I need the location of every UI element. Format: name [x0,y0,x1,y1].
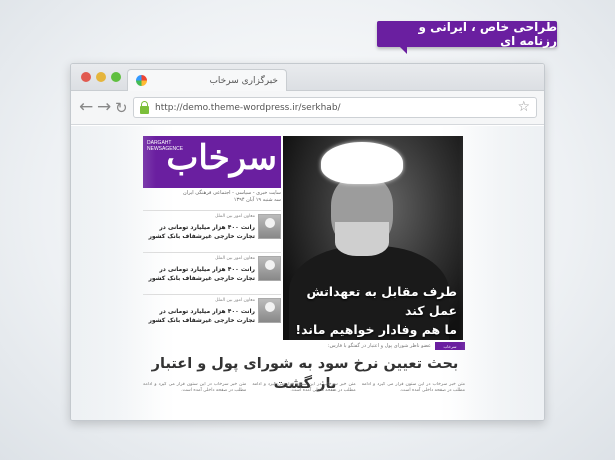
star-icon[interactable]: ☆ [517,99,530,115]
title-bar: خبرگزاری سرخاب [71,64,544,91]
browser-window: خبرگزاری سرخاب ← → ↻ http://demo.theme-w… [70,63,545,421]
minimize-window-icon[interactable] [96,72,106,82]
news-thumbnail [258,298,281,323]
masthead[interactable]: DARGAHT NEWSAGENCE سرخاب [143,136,281,188]
list-item[interactable]: معاون امور بین الملل رانت ۴۰۰ هزار میلیا… [143,210,281,252]
news-thumbnail [258,256,281,281]
news-title[interactable]: رانت ۴۰۰ هزار میلیارد تومانی در تجارت خا… [145,307,255,325]
article-body: متن خبر سرخاب در این ستون قرار می گیرد و… [143,382,465,420]
sub-kicker: عضو ناظر شورای پول و اعتبار در گفتگو با … [327,343,431,349]
body-column: متن خبر سرخاب در این ستون قرار می گیرد و… [361,382,465,394]
back-arrow-icon[interactable]: ← [79,97,93,117]
browser-tab[interactable]: خبرگزاری سرخاب [127,69,287,91]
site-logo: سرخاب [166,138,278,178]
list-item[interactable]: معاون امور بین الملل رانت ۴۰۰ هزار میلیا… [143,294,281,336]
lock-icon [140,100,149,114]
body-column: متن خبر سرخاب در این ستون قرار می گیرد و… [252,382,356,394]
newspaper-page: DARGAHT NEWSAGENCE سرخاب سایت خبری - سیا… [143,136,465,420]
news-thumbnail [258,214,281,239]
page-viewport: DARGAHT NEWSAGENCE سرخاب سایت خبری - سیا… [71,126,544,420]
reload-icon[interactable]: ↻ [115,99,128,117]
hero-image[interactable]: طرف مقابل به تعهداتش عمل کند ما هم وفادا… [283,136,463,340]
news-title[interactable]: رانت ۴۰۰ هزار میلیارد تومانی در تجارت خا… [145,223,255,241]
date-line: سه شنبه ۱۹ آبان ۱۳۹۴ [233,197,281,203]
close-window-icon[interactable] [81,72,91,82]
tagline: سایت خبری - سیاسی - اجتماعی فرهنگی ایران… [143,190,281,204]
browser-toolbar: ← → ↻ http://demo.theme-wordpress.ir/ser… [71,91,544,125]
favicon-icon [136,75,147,86]
tab-title: خبرگزاری سرخاب [209,75,278,86]
news-list: معاون امور بین الملل رانت ۴۰۰ هزار میلیا… [143,210,281,336]
list-item[interactable]: معاون امور بین الملل رانت ۴۰۰ هزار میلیا… [143,252,281,294]
maximize-window-icon[interactable] [111,72,121,82]
address-bar[interactable]: http://demo.theme-wordpress.ir/serkhab/ … [133,97,537,118]
url-text: http://demo.theme-wordpress.ir/serkhab/ [155,102,341,113]
forward-arrow-icon[interactable]: → [97,97,111,117]
news-title[interactable]: رانت ۴۰۰ هزار میلیارد تومانی در تجارت خا… [145,265,255,283]
body-column: متن خبر سرخاب در این ستون قرار می گیرد و… [143,382,247,394]
hero-headline[interactable]: طرف مقابل به تعهداتش عمل کند ما هم وفادا… [287,282,457,339]
section-label: سرخاب [435,342,465,350]
promo-badge: طراحی خاص ، ایرانی و رزنامه ای [377,20,557,54]
promo-title: طراحی خاص ، ایرانی و رزنامه ای [418,20,557,48]
